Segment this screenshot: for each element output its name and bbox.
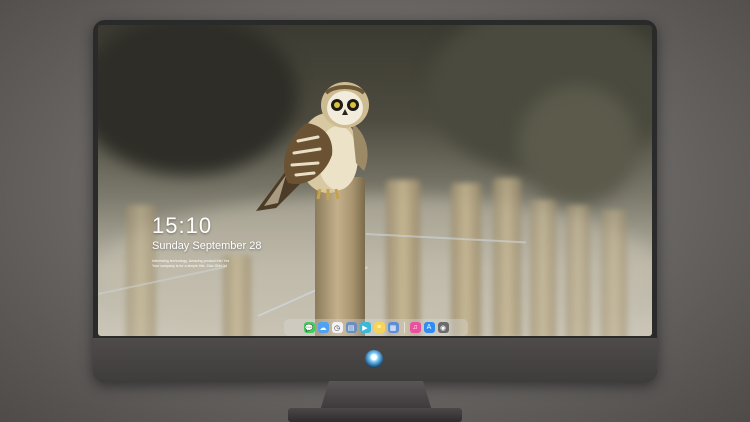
dock-clock-icon[interactable]: ◷: [331, 322, 343, 333]
monitor-stand-base: [288, 408, 462, 422]
owl-image: [256, 82, 369, 211]
lockscreen-date: Sunday September 28: [152, 240, 262, 252]
monitor-stand: [320, 381, 432, 411]
dock-photos-icon[interactable]: ▦: [387, 322, 399, 333]
dock-video-icon[interactable]: ▶: [359, 322, 371, 333]
desktop-screen: 15:10 Sunday September 28 Interesting te…: [98, 25, 652, 336]
dock: 💬 ☁ ◷ ▤ ▶ ≡ ▦ ♫ A ◉: [284, 319, 468, 336]
notice-line-2: Your company is for a simple title. Zalo…: [152, 264, 228, 268]
monitor: 15:10 Sunday September 28 Interesting te…: [93, 20, 657, 382]
dock-separator: [403, 322, 405, 333]
brand-logo-icon: [365, 350, 383, 368]
dock-notes-icon[interactable]: ≡: [373, 322, 385, 333]
lockscreen-notice: Interesting technology, Amazing product …: [152, 259, 264, 269]
dock-messages-icon[interactable]: 💬: [303, 322, 315, 333]
lockscreen-time: 15:10: [152, 213, 213, 238]
dock-camera-icon[interactable]: ◉: [437, 322, 449, 333]
dock-weather-icon[interactable]: ☁: [317, 322, 329, 333]
dock-appstore-icon[interactable]: A: [423, 322, 435, 333]
dock-music-icon[interactable]: ♫: [409, 322, 421, 333]
dock-files-icon[interactable]: ▤: [345, 322, 357, 333]
